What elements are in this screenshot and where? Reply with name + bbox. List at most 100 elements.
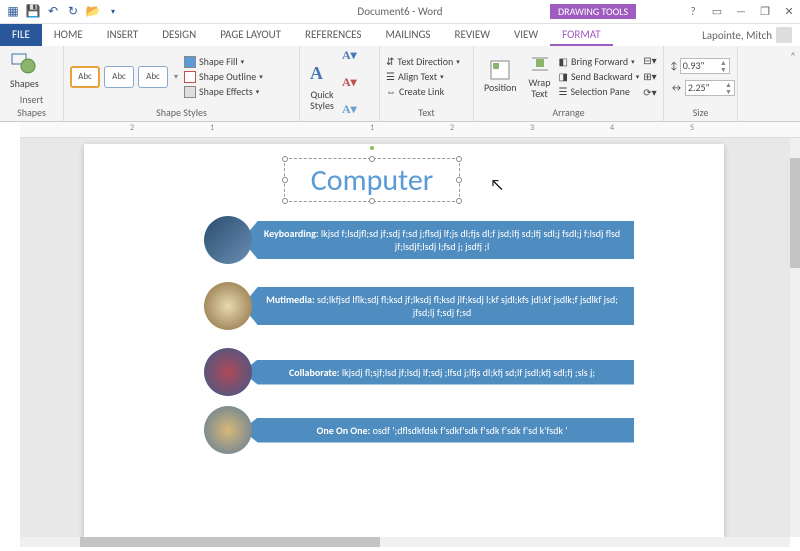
bring-forward-button[interactable]: ◧Bring Forward▾ — [558, 55, 639, 68]
link-icon: ⇔ — [386, 85, 396, 98]
resize-handle[interactable] — [282, 156, 288, 162]
ribbon-options-icon[interactable]: ▭ — [710, 5, 724, 19]
gallery-more-icon[interactable]: ▾ — [172, 72, 180, 82]
tab-references[interactable]: REFERENCES — [293, 24, 373, 46]
close-icon[interactable]: ✕ — [782, 5, 796, 19]
shape-style-1[interactable]: Abc — [70, 66, 100, 88]
ribbon-tabs: FILE HOME INSERT DESIGN PAGE LAYOUT REFE… — [0, 24, 800, 46]
qat-dropdown-icon[interactable]: ▾ — [106, 5, 120, 19]
scrollbar-horizontal[interactable] — [20, 537, 790, 547]
wrap-text-icon — [530, 55, 550, 75]
tab-insert[interactable]: INSERT — [95, 24, 151, 46]
contextual-tab-label: DRAWING TOOLS — [550, 4, 636, 19]
resize-handle[interactable] — [456, 177, 462, 183]
tab-format[interactable]: FORMAT — [550, 24, 612, 46]
group-label-insert-shapes: Insert Shapes — [6, 92, 57, 119]
selection-pane-button[interactable]: ☰Selection Pane — [558, 85, 639, 98]
collapse-ribbon-icon[interactable]: ˄ — [786, 46, 800, 121]
create-link-button[interactable]: ⇔Create Link — [386, 85, 460, 98]
shape-outline-button[interactable]: Shape Outline ▾ — [184, 70, 263, 83]
shape-effects-button[interactable]: Shape Effects ▾ — [184, 85, 263, 98]
help-icon[interactable]: ? — [686, 5, 700, 19]
group-label-arrange: Arrange — [480, 105, 657, 119]
open-icon[interactable]: 📂 — [86, 5, 100, 19]
tab-mailings[interactable]: MAILINGS — [373, 24, 442, 46]
text-fill-icon[interactable]: A▾ — [342, 48, 366, 72]
text-outline-icon[interactable]: A▾ — [342, 75, 366, 99]
width-input[interactable]: 2.25"▲▼ — [685, 80, 735, 96]
tab-home[interactable]: HOME — [42, 24, 95, 46]
list-item[interactable]: Mutimedia: sd;lkfjsd lflk;sdj fl;ksd jf;… — [204, 282, 634, 330]
rotate-icon[interactable]: ⟳▾ — [643, 86, 656, 99]
minimize-icon[interactable]: — — [734, 5, 748, 19]
quick-styles-button[interactable]: A Quick Styles — [306, 61, 338, 113]
shapes-icon — [10, 52, 38, 76]
scrollbar-vertical[interactable] — [790, 138, 800, 537]
scrollbar-thumb[interactable] — [790, 158, 800, 268]
avatar-icon — [776, 27, 792, 43]
shape-style-2[interactable]: Abc — [104, 66, 134, 88]
resize-handle[interactable] — [369, 156, 375, 162]
position-icon — [490, 60, 510, 80]
shapes-gallery-button[interactable]: Shapes — [6, 50, 43, 91]
item-image-icon — [204, 348, 252, 396]
document-title: Document6 - Word — [357, 5, 442, 18]
group-label-size: Size — [670, 105, 731, 119]
list-item[interactable]: Collaborate: lkjsdj fl;sjf;lsd jf;lsdj l… — [204, 348, 634, 396]
resize-handle[interactable] — [282, 198, 288, 204]
undo-icon[interactable]: ↶ — [46, 5, 60, 19]
fill-swatch-icon — [184, 56, 196, 68]
shape-style-3[interactable]: Abc — [138, 66, 168, 88]
save-icon[interactable]: 💾 — [26, 5, 40, 19]
user-name: Lapointe, Mitch — [702, 29, 772, 42]
send-backward-icon: ◨ — [558, 70, 567, 83]
tab-view[interactable]: VIEW — [502, 24, 550, 46]
restore-icon[interactable]: ❐ — [758, 5, 772, 19]
rotate-handle[interactable] — [369, 145, 375, 151]
tab-review[interactable]: REVIEW — [442, 24, 502, 46]
resize-handle[interactable] — [456, 198, 462, 204]
item-image-icon — [204, 216, 252, 264]
resize-handle[interactable] — [369, 198, 375, 204]
wordart-selection[interactable]: Computer — [284, 158, 460, 202]
mouse-cursor-icon: ↖ — [490, 176, 504, 195]
tab-page-layout[interactable]: PAGE LAYOUT — [208, 24, 293, 46]
document-area: 1 2 3 Computer ↖ Keyboarding: lkjsd f;ls… — [20, 138, 790, 537]
scrollbar-thumb[interactable] — [80, 537, 380, 547]
wordart-text[interactable]: Computer — [311, 162, 433, 199]
user-account[interactable]: Lapointe, Mitch — [694, 24, 800, 46]
text-direction-icon: ⇵ — [386, 55, 394, 68]
outline-swatch-icon — [184, 71, 196, 83]
position-button[interactable]: Position — [480, 58, 521, 95]
wrap-text-button[interactable]: Wrap Text — [525, 53, 555, 101]
group-objects-icon[interactable]: ⊞▾ — [643, 70, 656, 83]
list-item[interactable]: Keyboarding: lkjsd f;lsdjfl;sd jf;sdj f;… — [204, 216, 634, 264]
word-icon: ▦ — [6, 5, 20, 19]
group-label-shape-styles: Shape Styles — [70, 105, 293, 119]
list-item[interactable]: One On One: osdf ';dflsdkfdsk f'sdkf'sdk… — [204, 406, 634, 454]
item-image-icon — [204, 282, 252, 330]
height-input[interactable]: 0.93"▲▼ — [680, 58, 730, 74]
shape-fill-button[interactable]: Shape Fill ▾ — [184, 55, 263, 68]
wordart-a-icon: A — [310, 63, 334, 87]
ruler-horizontal[interactable]: 2 1 1 2 3 4 5 — [20, 122, 800, 138]
redo-icon[interactable]: ↻ — [66, 5, 80, 19]
align-text-icon: ☰ — [386, 70, 395, 83]
resize-handle[interactable] — [282, 177, 288, 183]
title-bar: ▦ 💾 ↶ ↻ 📂 ▾ Document6 - Word DRAWING TOO… — [0, 0, 800, 24]
bring-forward-icon: ◧ — [558, 55, 567, 68]
tab-file[interactable]: FILE — [0, 24, 42, 46]
tab-design[interactable]: DESIGN — [150, 24, 208, 46]
send-backward-button[interactable]: ◨Send Backward▾ — [558, 70, 639, 83]
ribbon: Shapes Insert Shapes Abc Abc Abc ▾ Shape… — [0, 46, 800, 122]
quick-access-toolbar: ▦ 💾 ↶ ↻ 📂 ▾ — [0, 5, 120, 19]
effects-icon — [184, 86, 196, 98]
align-text-button[interactable]: ☰Align Text▾ — [386, 70, 460, 83]
resize-handle[interactable] — [456, 156, 462, 162]
align-objects-icon[interactable]: ⊟▾ — [643, 54, 656, 67]
text-direction-button[interactable]: ⇵Text Direction▾ — [386, 55, 460, 68]
page[interactable]: Computer ↖ Keyboarding: lkjsd f;lsdjfl;s… — [84, 144, 724, 537]
height-icon: ↕ — [670, 59, 678, 72]
group-label-text: Text — [386, 105, 467, 119]
item-image-icon — [204, 406, 252, 454]
